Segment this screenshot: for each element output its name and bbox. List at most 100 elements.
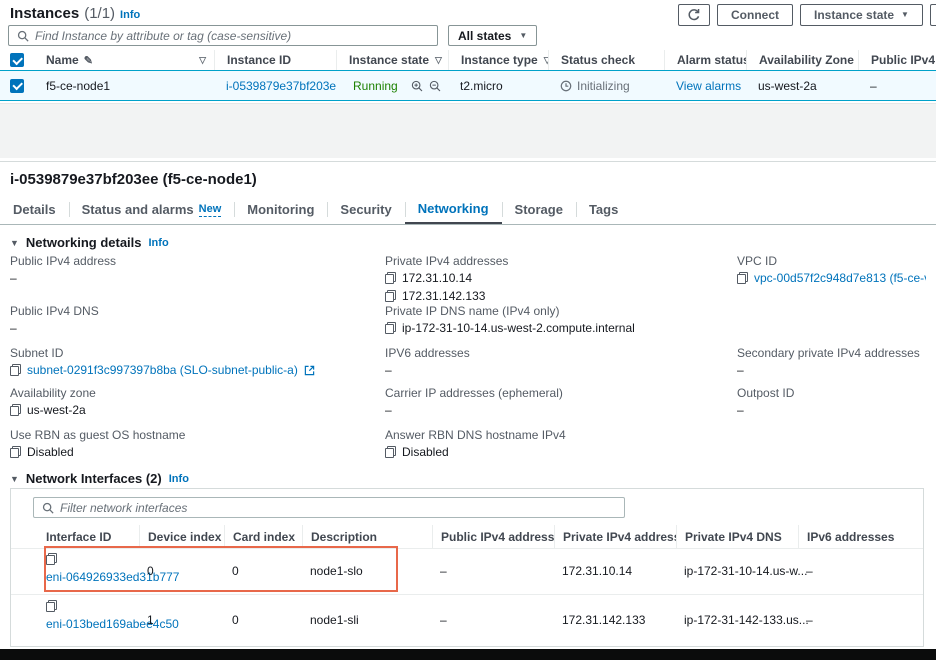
vpc-id-link[interactable]: vpc-00d57f2c948d7e813 (f5-ce-vpc-vpc): [754, 271, 926, 285]
copy-icon[interactable]: [737, 272, 748, 284]
tab-tags[interactable]: Tags: [576, 195, 631, 224]
networking-details-grid: Public IPv4 address – Private IPv4 addre…: [10, 254, 926, 470]
row-checkbox[interactable]: [10, 79, 24, 93]
field-use-rbn-hostname: Use RBN as guest OS hostname Disabled: [10, 428, 385, 470]
cell-device-index: 1: [139, 595, 224, 644]
sort-icon[interactable]: ▽: [538, 55, 548, 66]
network-interfaces-info-link[interactable]: Info: [169, 473, 189, 485]
cell-instance-state: Running: [336, 71, 448, 100]
instance-row[interactable]: f5-ce-node1 i-0539879e37bf203ee Running …: [0, 70, 936, 101]
copy-icon[interactable]: [10, 446, 21, 458]
collapse-icon[interactable]: ▼: [10, 474, 19, 484]
instances-search: [8, 25, 438, 46]
cell-interface-id: eni-013bed169abee4c50: [11, 595, 139, 644]
instance-id-link[interactable]: i-0539879e37bf203ee: [226, 79, 336, 93]
col-instance-id[interactable]: Instance ID: [214, 50, 336, 70]
eni-link[interactable]: eni-013bed169abee4c50: [46, 617, 138, 631]
cell-public-ipv4: –: [432, 595, 554, 644]
field-public-ipv4-dns: Public IPv4 DNS –: [10, 304, 385, 346]
tab-details[interactable]: Details: [0, 195, 69, 224]
instances-search-input[interactable]: [35, 29, 429, 43]
actions-button[interactable]: Actions ▼: [930, 4, 936, 26]
detail-tabs: Details Status and alarms New Monitoring…: [0, 195, 936, 225]
state-filter-select[interactable]: All states ▼: [448, 25, 537, 46]
search-icon: [17, 30, 29, 42]
instances-table-header: Name ✎ ▽ Instance ID Instance state ▽ In…: [0, 50, 936, 71]
col-instance-type[interactable]: Instance type ▽: [448, 50, 548, 70]
col-instance-state[interactable]: Instance state ▽: [336, 50, 448, 70]
sort-icon[interactable]: ▽: [193, 55, 206, 66]
search-icon: [42, 502, 54, 514]
copy-icon[interactable]: [46, 600, 57, 612]
col-status-check[interactable]: Status check: [548, 50, 664, 70]
instances-count: (1/1): [84, 5, 115, 22]
col-description[interactable]: Description: [302, 525, 432, 548]
col-public-ipv4-address[interactable]: Public IPv4 address: [432, 525, 554, 548]
instance-detail-pane: i-0539879e37bf203ee (f5-ce-node1) Detail…: [0, 161, 936, 649]
tab-status-and-alarms[interactable]: Status and alarms New: [69, 195, 235, 224]
col-public-ipv4-dns[interactable]: Public IPv4 DN: [858, 50, 936, 70]
select-all-checkbox-cell: [0, 50, 34, 70]
col-availability-zone[interactable]: Availability Zone ▽: [746, 50, 858, 70]
collapse-icon[interactable]: ▼: [10, 238, 19, 248]
col-interface-id[interactable]: Interface ID: [11, 525, 139, 548]
copy-icon[interactable]: [10, 404, 21, 416]
col-private-ipv4-address[interactable]: Private IPv4 address: [554, 525, 676, 548]
eni-link[interactable]: eni-064926933ed31b777: [46, 570, 138, 584]
cell-ipv6: –: [798, 595, 923, 644]
external-link-icon[interactable]: [304, 365, 315, 376]
col-card-index[interactable]: Card index: [224, 525, 302, 548]
cell-alarm-status: View alarms +: [664, 71, 746, 100]
chevron-down-icon: ▼: [901, 11, 909, 19]
tab-storage[interactable]: Storage: [502, 195, 576, 224]
sort-icon[interactable]: ▽: [429, 55, 442, 66]
cell-public-ipv4: –: [432, 548, 554, 594]
col-device-index[interactable]: Device index: [139, 525, 224, 548]
refresh-button[interactable]: [678, 4, 710, 26]
connect-button[interactable]: Connect: [717, 4, 793, 26]
field-private-ip-dns-name: Private IP DNS name (IPv4 only) ip-172-3…: [385, 304, 737, 346]
panel-gap: [0, 103, 936, 158]
col-ipv6-addresses[interactable]: IPv6 addresses: [798, 525, 923, 548]
instance-state-button[interactable]: Instance state ▼: [800, 4, 923, 26]
instances-toolbar: Connect Instance state ▼ Actions ▼: [678, 4, 936, 26]
col-name[interactable]: Name ✎ ▽: [34, 50, 214, 70]
subnet-id-link[interactable]: subnet-0291f3c997397b8ba (SLO-subnet-pub…: [27, 363, 298, 377]
instances-info-link[interactable]: Info: [120, 9, 140, 21]
col-private-ipv4-dns[interactable]: Private IPv4 DNS: [676, 525, 798, 548]
interface-row-1[interactable]: eni-064926933ed31b777 0 0 node1-slo – 17…: [11, 548, 923, 594]
interfaces-table-header: Interface ID Device index Card index Des…: [11, 525, 923, 549]
copy-icon[interactable]: [385, 290, 396, 302]
view-alarms-link[interactable]: View alarms: [676, 79, 741, 93]
zoom-in-icon[interactable]: [411, 80, 423, 92]
field-public-ipv4-address: Public IPv4 address –: [10, 254, 385, 304]
copy-icon[interactable]: [46, 553, 57, 565]
taskbar-strip: [0, 649, 936, 660]
zoom-out-icon[interactable]: [429, 80, 441, 92]
interfaces-filter-input[interactable]: [60, 501, 616, 515]
field-carrier-ip-addresses: Carrier IP addresses (ephemeral) –: [385, 386, 737, 428]
network-interfaces-heading: ▼ Network Interfaces (2) Info: [10, 471, 189, 486]
field-vpc-id: VPC ID vpc-00d57f2c948d7e813 (f5-ce-vpc-…: [737, 254, 926, 304]
ec2-console-screen: Instances (1/1) Info Connect Instance st…: [0, 0, 936, 660]
interface-row-2[interactable]: eni-013bed169abee4c50 1 0 node1-sli – 17…: [11, 594, 923, 644]
new-badge: New: [199, 203, 222, 217]
select-all-checkbox[interactable]: [10, 53, 24, 67]
cell-interface-id: eni-064926933ed31b777: [11, 548, 139, 594]
copy-icon[interactable]: [10, 364, 21, 376]
tab-security[interactable]: Security: [327, 195, 404, 224]
cell-card-index: 0: [224, 595, 302, 644]
tab-networking[interactable]: Networking: [405, 195, 502, 224]
copy-icon[interactable]: [385, 322, 396, 334]
refresh-icon: [687, 8, 701, 22]
col-alarm-status[interactable]: Alarm status: [664, 50, 746, 70]
cell-status-check: Initializing: [548, 71, 664, 100]
tab-monitoring[interactable]: Monitoring: [234, 195, 327, 224]
row-checkbox-cell: [0, 71, 34, 100]
copy-icon[interactable]: [385, 272, 396, 284]
networking-details-info-link[interactable]: Info: [149, 237, 169, 249]
copy-icon[interactable]: [385, 446, 396, 458]
instances-title: Instances: [10, 5, 79, 22]
cell-private-ipv4: 172.31.142.133: [554, 595, 676, 644]
chevron-down-icon: ▼: [519, 32, 527, 40]
